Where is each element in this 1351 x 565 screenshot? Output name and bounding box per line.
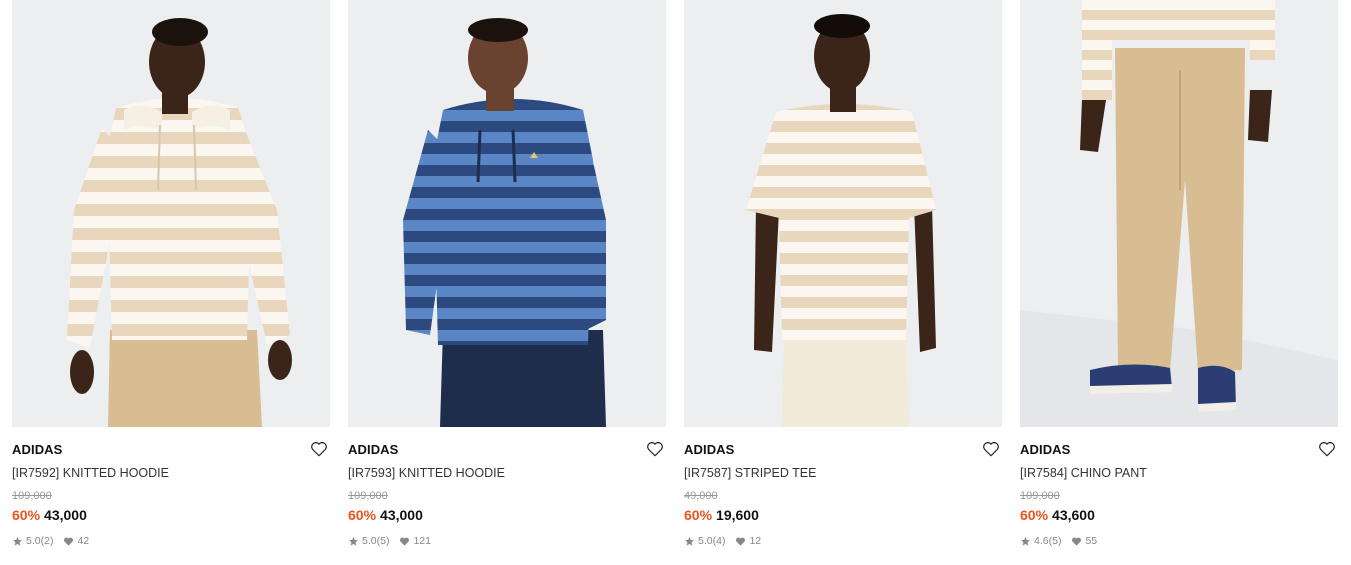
sale-price: 43,000 bbox=[380, 507, 423, 523]
discount-rate: 60% bbox=[684, 507, 713, 523]
original-price: 109,000 bbox=[1020, 490, 1060, 502]
product-name[interactable]: [IR7587] STRIPED TEE bbox=[684, 466, 816, 480]
review-count: (4) bbox=[712, 535, 726, 547]
rating-value: 5.0 bbox=[362, 535, 377, 547]
star-icon bbox=[684, 536, 695, 547]
product-image[interactable] bbox=[348, 0, 666, 427]
product-name[interactable]: [IR7584] CHINO PANT bbox=[1020, 466, 1147, 480]
heart-icon bbox=[735, 536, 746, 547]
knitted-hoodie-cream-photo bbox=[12, 0, 330, 427]
sale-price: 19,600 bbox=[716, 507, 759, 523]
heart-icon bbox=[63, 536, 74, 547]
product-card[interactable]: ADIDAS [IR7587] STRIPED TEE 49,000 60% 19… bbox=[684, 0, 1002, 560]
product-brand[interactable]: ADIDAS bbox=[684, 442, 734, 457]
sale-price: 43,600 bbox=[1052, 507, 1095, 523]
product-card[interactable]: ADIDAS [IR7593] KNITTED HOODIE 109,000 6… bbox=[348, 0, 666, 560]
sale-price: 43,000 bbox=[44, 507, 87, 523]
product-stats: 5.0 (4) 12 bbox=[684, 535, 761, 547]
heart-icon bbox=[399, 536, 410, 547]
wishlist-heart-icon[interactable] bbox=[982, 440, 1000, 458]
star-icon bbox=[1020, 536, 1031, 547]
product-name[interactable]: [IR7592] KNITTED HOODIE bbox=[12, 466, 169, 480]
like-count: 42 bbox=[77, 535, 90, 547]
like-count: 121 bbox=[413, 535, 431, 547]
product-card[interactable]: ADIDAS [IR7584] CHINO PANT 109,000 60% 43… bbox=[1020, 0, 1338, 560]
knitted-hoodie-blue-photo bbox=[348, 0, 666, 427]
like-count: 12 bbox=[749, 535, 762, 547]
rating-value: 4.6 bbox=[1034, 535, 1049, 547]
product-image[interactable] bbox=[1020, 0, 1338, 427]
product-image[interactable] bbox=[684, 0, 1002, 427]
star-icon bbox=[12, 536, 23, 547]
like-count: 55 bbox=[1085, 535, 1098, 547]
review-count: (5) bbox=[1048, 535, 1062, 547]
product-stats: 5.0 (5) 121 bbox=[348, 535, 431, 547]
original-price: 109,000 bbox=[12, 490, 52, 502]
wishlist-heart-icon[interactable] bbox=[646, 440, 664, 458]
product-brand[interactable]: ADIDAS bbox=[348, 442, 398, 457]
review-count: (2) bbox=[40, 535, 54, 547]
wishlist-heart-icon[interactable] bbox=[1318, 440, 1336, 458]
wishlist-heart-icon[interactable] bbox=[310, 440, 328, 458]
product-image[interactable] bbox=[12, 0, 330, 427]
chino-pant-photo bbox=[1020, 0, 1338, 427]
sale-price-row: 60% 43,600 bbox=[1020, 507, 1095, 523]
rating-value: 5.0 bbox=[26, 535, 41, 547]
product-name[interactable]: [IR7593] KNITTED HOODIE bbox=[348, 466, 505, 480]
discount-rate: 60% bbox=[12, 507, 41, 523]
review-count: (5) bbox=[376, 535, 390, 547]
original-price: 109,000 bbox=[348, 490, 388, 502]
product-stats: 4.6 (5) 55 bbox=[1020, 535, 1097, 547]
original-price: 49,000 bbox=[684, 490, 718, 502]
rating-value: 5.0 bbox=[698, 535, 713, 547]
star-icon bbox=[348, 536, 359, 547]
product-brand[interactable]: ADIDAS bbox=[12, 442, 62, 457]
sale-price-row: 60% 43,000 bbox=[348, 507, 423, 523]
discount-rate: 60% bbox=[348, 507, 377, 523]
striped-tee-photo bbox=[684, 0, 1002, 427]
product-brand[interactable]: ADIDAS bbox=[1020, 442, 1070, 457]
product-stats: 5.0 (2) 42 bbox=[12, 535, 89, 547]
heart-icon bbox=[1071, 536, 1082, 547]
discount-rate: 60% bbox=[1020, 507, 1049, 523]
product-card[interactable]: ADIDAS [IR7592] KNITTED HOODIE 109,000 6… bbox=[12, 0, 330, 560]
sale-price-row: 60% 19,600 bbox=[684, 507, 759, 523]
sale-price-row: 60% 43,000 bbox=[12, 507, 87, 523]
